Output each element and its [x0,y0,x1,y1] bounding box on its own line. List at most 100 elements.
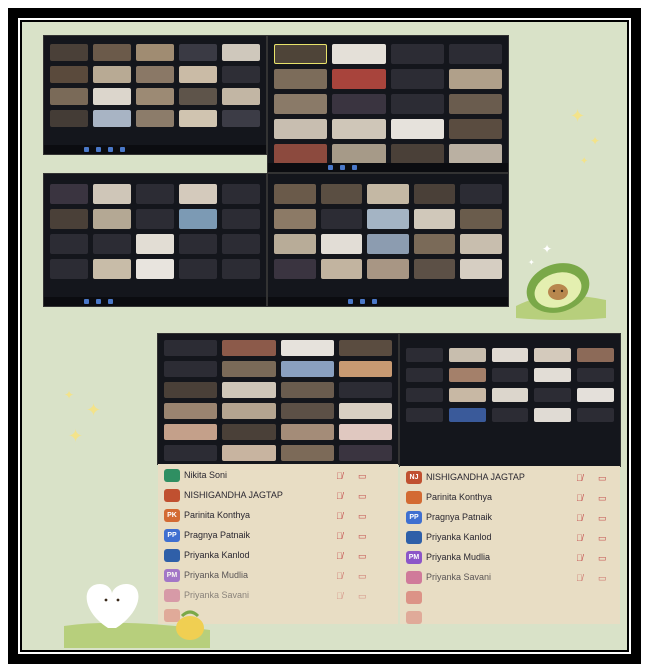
video-tile [164,340,218,356]
avatar [164,489,180,502]
video-tile [390,119,444,139]
video-off-icon[interactable]: ▭ [358,511,367,522]
video-tile [274,259,316,279]
video-off-icon[interactable]: ▭ [358,591,367,602]
participant-name: Parinita Konthya [426,492,493,502]
video-tile [338,403,392,419]
video-off-icon[interactable]: ▭ [598,493,607,504]
sparkle-icon: ✦ [64,388,75,402]
video-tile [448,388,486,402]
video-tile [491,368,529,382]
video-tile [179,88,217,105]
mic-muted-icon[interactable]: 🎙̸ [576,533,583,543]
meeting-screenshot-top-right [268,36,508,172]
video-tile [406,348,443,362]
mic-muted-icon[interactable]: 🎙̸ [336,591,343,601]
mic-muted-icon[interactable]: 🎙̸ [576,473,583,483]
video-tile [179,184,217,204]
heart-sticker [64,584,210,648]
video-tile [93,234,131,254]
video-tile [534,368,572,382]
video-tile [164,424,218,440]
video-tile [448,368,486,382]
mic-muted-icon[interactable]: 🎙̸ [336,491,343,501]
video-grid [164,340,392,461]
video-tile [390,144,444,164]
sparkle-icon: ✦ [580,156,589,167]
sparkle-icon: ✦ [86,400,102,420]
video-tile [577,348,614,362]
participant-row[interactable]: NISHIGANDHA JAGTAP 🎙̸ ▭ [158,486,398,506]
participant-row[interactable]: Priyanka Kanlod 🎙̸ ▭ [400,528,620,548]
video-tile [274,119,328,139]
participant-row[interactable]: Nikita Soni 🎙̸ ▭ [158,466,398,486]
mic-muted-icon[interactable]: 🎙̸ [576,573,583,583]
participant-row[interactable] [400,608,620,624]
video-tile [577,388,614,402]
participant-row[interactable]: PP Pragnya Patnaik 🎙̸ ▭ [158,526,398,546]
video-tile [534,408,572,422]
video-tile [280,403,334,419]
sparkle-icon: ✦ [590,134,601,148]
video-tile [274,234,316,254]
video-tile [332,94,386,114]
video-tile [280,340,334,356]
video-off-icon[interactable]: ▭ [358,551,367,562]
participant-row[interactable] [400,588,620,608]
participant-row[interactable]: PM Priyanka Mudlia 🎙̸ ▭ [400,548,620,568]
video-tile [577,408,614,422]
mic-muted-icon[interactable]: 🎙̸ [576,513,583,523]
video-tile [390,44,444,64]
video-tile [179,234,217,254]
video-tile [50,66,88,83]
mic-muted-icon[interactable]: 🎙̸ [336,571,343,581]
mic-muted-icon[interactable]: 🎙̸ [336,531,343,541]
mic-muted-icon[interactable]: 🎙̸ [336,551,343,561]
mic-muted-icon[interactable]: 🎙̸ [576,553,583,563]
video-tile [136,66,174,83]
participant-row[interactable]: PP Pragnya Patnaik 🎙̸ ▭ [400,508,620,528]
participant-row[interactable]: Parinita Konthya 🎙̸ ▭ [400,488,620,508]
mic-muted-icon[interactable]: 🎙̸ [576,493,583,503]
meeting-screenshot-mid-left [44,174,266,306]
participant-row[interactable]: Priyanka Savani 🎙̸ ▭ [400,568,620,588]
mic-muted-icon[interactable]: 🎙̸ [336,471,343,481]
video-tile [179,209,217,229]
participant-row[interactable]: NJ NISHIGANDHA JAGTAP 🎙̸ ▭ [400,468,620,488]
meeting-screenshot-bottom-right [400,334,620,466]
video-tile [93,259,131,279]
video-tile [136,110,174,127]
video-tile [222,110,260,127]
participant-name: Priyanka Kanlod [426,532,492,542]
video-tile [367,234,409,254]
participant-name: Pragnya Patnaik [184,530,251,540]
video-tile [50,110,88,127]
avatar: PK [164,509,180,522]
mic-muted-icon[interactable]: 🎙̸ [336,511,343,521]
video-off-icon[interactable]: ▭ [358,571,367,582]
video-off-icon[interactable]: ▭ [598,533,607,544]
video-tile [222,340,276,356]
video-off-icon[interactable]: ▭ [598,573,607,584]
video-tile [164,445,218,461]
video-tile [320,209,363,229]
video-off-icon[interactable]: ▭ [358,491,367,502]
participant-row[interactable]: Priyanka Kanlod 🎙̸ ▭ [158,546,398,566]
video-grid [274,44,502,164]
video-off-icon[interactable]: ▭ [598,513,607,524]
video-off-icon[interactable]: ▭ [598,553,607,564]
video-tile [274,184,316,204]
video-grid [50,44,260,127]
video-tile [93,66,131,83]
participant-name: NISHIGANDHA JAGTAP [184,490,283,500]
meeting-screenshot-mid-right [268,174,508,306]
video-tile [50,259,88,279]
video-off-icon[interactable]: ▭ [598,473,607,484]
video-off-icon[interactable]: ▭ [358,531,367,542]
video-off-icon[interactable]: ▭ [358,471,367,482]
video-tile [164,382,218,398]
video-tile-active-speaker [274,44,328,64]
participant-row[interactable]: PK Parinita Konthya 🎙̸ ▭ [158,506,398,526]
avatar: PP [164,529,180,542]
video-tile [222,424,276,440]
